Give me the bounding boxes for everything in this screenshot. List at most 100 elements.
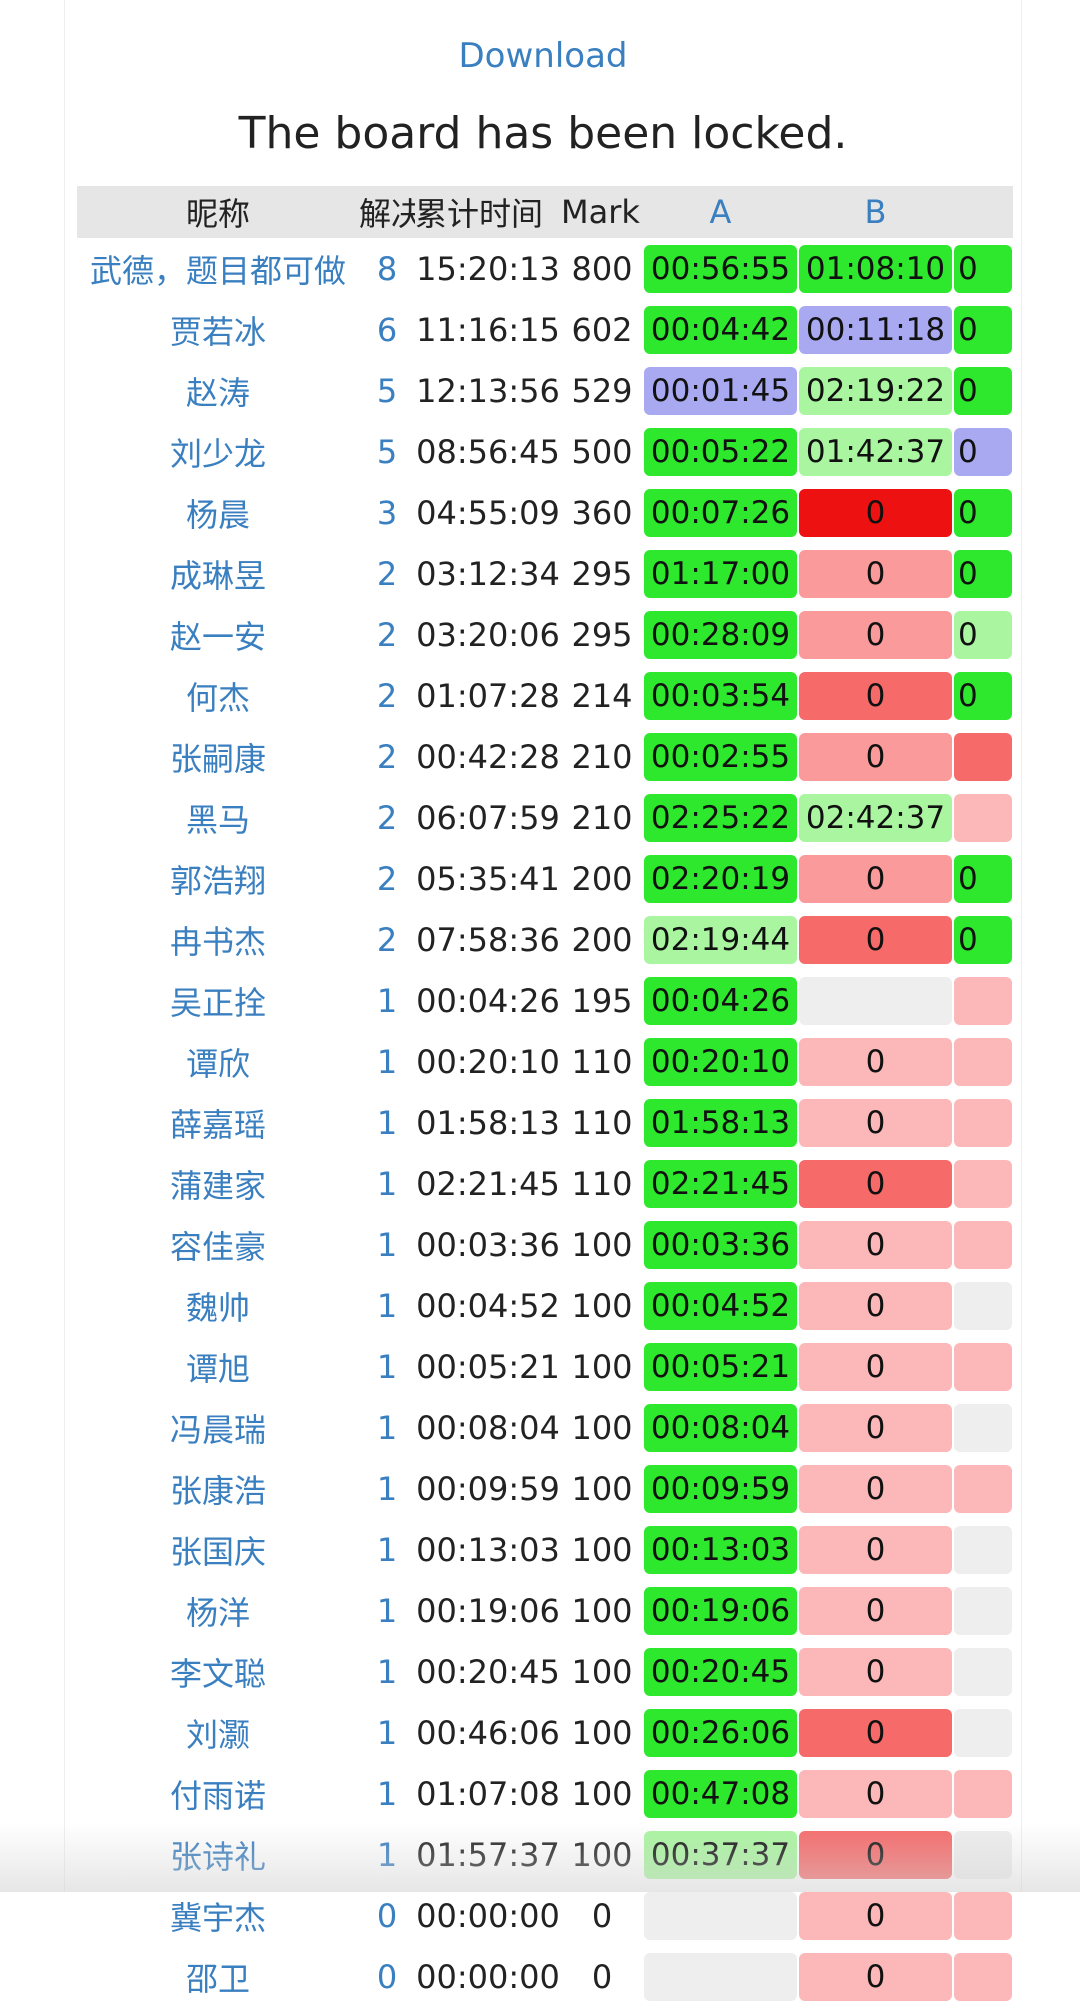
problem-b-cell: 0 bbox=[798, 1397, 953, 1458]
contestant-name[interactable]: 杨晨 bbox=[77, 482, 359, 543]
solved-count: 1 bbox=[376, 1591, 398, 1630]
total-time: 07:58:36 bbox=[416, 920, 560, 959]
problem-a-result: 02:21:45 bbox=[644, 1159, 797, 1208]
contestant-name[interactable]: 邵卫 bbox=[77, 1946, 359, 2007]
contestant-name[interactable]: 付雨诺 bbox=[77, 1763, 359, 1824]
contestant-name[interactable]: 张国庆 bbox=[77, 1519, 359, 1580]
problem-a-cell: 02:21:45 bbox=[643, 1153, 798, 1214]
col-header-total-time[interactable]: 累计时间 bbox=[415, 186, 561, 238]
problem-c-result bbox=[954, 1342, 1012, 1391]
contestant-name[interactable]: 谭旭 bbox=[77, 1336, 359, 1397]
problem-a-result: 01:17:00 bbox=[644, 549, 797, 598]
problem-b-result: 0 bbox=[799, 1586, 952, 1635]
board-locked-message: The board has been locked. bbox=[238, 108, 848, 159]
contestant-name[interactable]: 赵一安 bbox=[77, 604, 359, 665]
problem-b-result: 0 bbox=[799, 1464, 952, 1513]
total-time: 11:16:15 bbox=[416, 310, 560, 349]
contestant-name[interactable]: 冯晨瑞 bbox=[77, 1397, 359, 1458]
problem-a-cell: 00:20:45 bbox=[643, 1641, 798, 1702]
contestant-name[interactable]: 蒲建家 bbox=[77, 1153, 359, 1214]
col-header-problem-b[interactable]: B bbox=[798, 186, 953, 238]
table-row: 张康浩 1 00:09:59 100 00:09:59 0 bbox=[77, 1458, 1013, 1519]
problem-a-result: 00:04:52 bbox=[644, 1281, 797, 1330]
problem-b-cell: 0 bbox=[798, 1092, 953, 1153]
contestant-name[interactable]: 吴正拴 bbox=[77, 970, 359, 1031]
table-row: 杨洋 1 00:19:06 100 00:19:06 0 bbox=[77, 1580, 1013, 1641]
problem-c-result bbox=[954, 1769, 1012, 1818]
mark-score: 210 bbox=[571, 798, 633, 837]
problem-a-result: 00:03:54 bbox=[644, 671, 797, 720]
table-row: 贾若冰 6 11:16:15 602 00:04:42 00:11:18 0 bbox=[77, 299, 1013, 360]
problem-c-result bbox=[954, 793, 1012, 842]
solved-count: 6 bbox=[376, 310, 398, 349]
contestant-name[interactable]: 武德，题目都可做 bbox=[77, 238, 359, 299]
problem-b-cell: 0 bbox=[798, 1885, 953, 1946]
problem-b-cell: 0 bbox=[798, 482, 953, 543]
contestant-name[interactable]: 魏帅 bbox=[77, 1275, 359, 1336]
col-header-nickname[interactable]: 昵称 bbox=[77, 186, 359, 238]
problem-b-result: 0 bbox=[799, 1220, 952, 1269]
problem-c-result: 0 bbox=[954, 671, 1012, 720]
col-header-problem-a[interactable]: A bbox=[643, 186, 798, 238]
contestant-name[interactable]: 刘灏 bbox=[77, 1702, 359, 1763]
problem-a-cell: 00:03:54 bbox=[643, 665, 798, 726]
contestant-name[interactable]: 张诗礼 bbox=[77, 1824, 359, 1885]
contestant-name[interactable]: 成琳昱 bbox=[77, 543, 359, 604]
problem-b-cell: 0 bbox=[798, 1946, 953, 2007]
mark-score: 200 bbox=[571, 920, 633, 959]
table-row: 刘少龙 5 08:56:45 500 00:05:22 01:42:37 0 bbox=[77, 421, 1013, 482]
problem-c-cell bbox=[953, 1458, 1013, 1519]
contestant-name[interactable]: 赵涛 bbox=[77, 360, 359, 421]
problem-a-cell: 00:37:37 bbox=[643, 1824, 798, 1885]
problem-a-result: 00:56:55 bbox=[644, 244, 797, 293]
problem-b-cell: 01:08:10 bbox=[798, 238, 953, 299]
contestant-name[interactable]: 黑马 bbox=[77, 787, 359, 848]
col-header-mark[interactable]: Mark bbox=[561, 186, 643, 238]
contestant-name[interactable]: 谭欣 bbox=[77, 1031, 359, 1092]
problem-a-result: 00:09:59 bbox=[644, 1464, 797, 1513]
problem-c-result bbox=[954, 1708, 1012, 1757]
problem-c-cell bbox=[953, 1824, 1013, 1885]
solved-count: 1 bbox=[376, 1225, 398, 1264]
table-row: 黑马 2 06:07:59 210 02:25:22 02:42:37 bbox=[77, 787, 1013, 848]
problem-b-cell: 0 bbox=[798, 1641, 953, 1702]
total-time: 01:57:37 bbox=[416, 1835, 560, 1874]
problem-c-cell: 0 bbox=[953, 421, 1013, 482]
total-time: 00:03:36 bbox=[416, 1225, 560, 1264]
contestant-name[interactable]: 薛嘉瑶 bbox=[77, 1092, 359, 1153]
contestant-name[interactable]: 郭浩翔 bbox=[77, 848, 359, 909]
mark-score: 200 bbox=[571, 859, 633, 898]
total-time: 00:00:00 bbox=[416, 1896, 560, 1935]
contestant-name[interactable]: 张康浩 bbox=[77, 1458, 359, 1519]
mark-score: 100 bbox=[571, 1774, 633, 1813]
mark-score: 110 bbox=[571, 1164, 633, 1203]
contestant-name[interactable]: 冉书杰 bbox=[77, 909, 359, 970]
contestant-name[interactable]: 刘少龙 bbox=[77, 421, 359, 482]
problem-b-result: 0 bbox=[799, 1708, 952, 1757]
problem-c-cell: 0 bbox=[953, 238, 1013, 299]
problem-a-result bbox=[644, 1952, 797, 2001]
problem-b-cell: 0 bbox=[798, 1336, 953, 1397]
contestant-name[interactable]: 贾若冰 bbox=[77, 299, 359, 360]
problem-b-result: 0 bbox=[799, 1830, 952, 1879]
contestant-name[interactable]: 杨洋 bbox=[77, 1580, 359, 1641]
contestant-name[interactable]: 冀宇杰 bbox=[77, 1885, 359, 1946]
contestant-name[interactable]: 李文聪 bbox=[77, 1641, 359, 1702]
contestant-name[interactable]: 容佳豪 bbox=[77, 1214, 359, 1275]
table-row: 邵卫 0 00:00:00 0 0 bbox=[77, 1946, 1013, 2007]
problem-b-result: 0 bbox=[799, 1403, 952, 1452]
problem-a-cell: 02:20:19 bbox=[643, 848, 798, 909]
contestant-name[interactable]: 张嗣康 bbox=[77, 726, 359, 787]
problem-c-cell bbox=[953, 1031, 1013, 1092]
problem-c-result: 0 bbox=[954, 610, 1012, 659]
problem-a-cell: 01:17:00 bbox=[643, 543, 798, 604]
table-row: 郭浩翔 2 05:35:41 200 02:20:19 0 0 bbox=[77, 848, 1013, 909]
col-header-solved[interactable]: 解决 bbox=[359, 186, 415, 238]
mark-score: 0 bbox=[591, 1896, 613, 1935]
table-row: 杨晨 3 04:55:09 360 00:07:26 0 0 bbox=[77, 482, 1013, 543]
problem-a-cell: 00:04:42 bbox=[643, 299, 798, 360]
col-header-problem-c[interactable] bbox=[953, 186, 1013, 238]
download-link[interactable]: Download bbox=[65, 36, 1021, 76]
contestant-name[interactable]: 何杰 bbox=[77, 665, 359, 726]
problem-b-result: 02:19:22 bbox=[799, 366, 952, 415]
